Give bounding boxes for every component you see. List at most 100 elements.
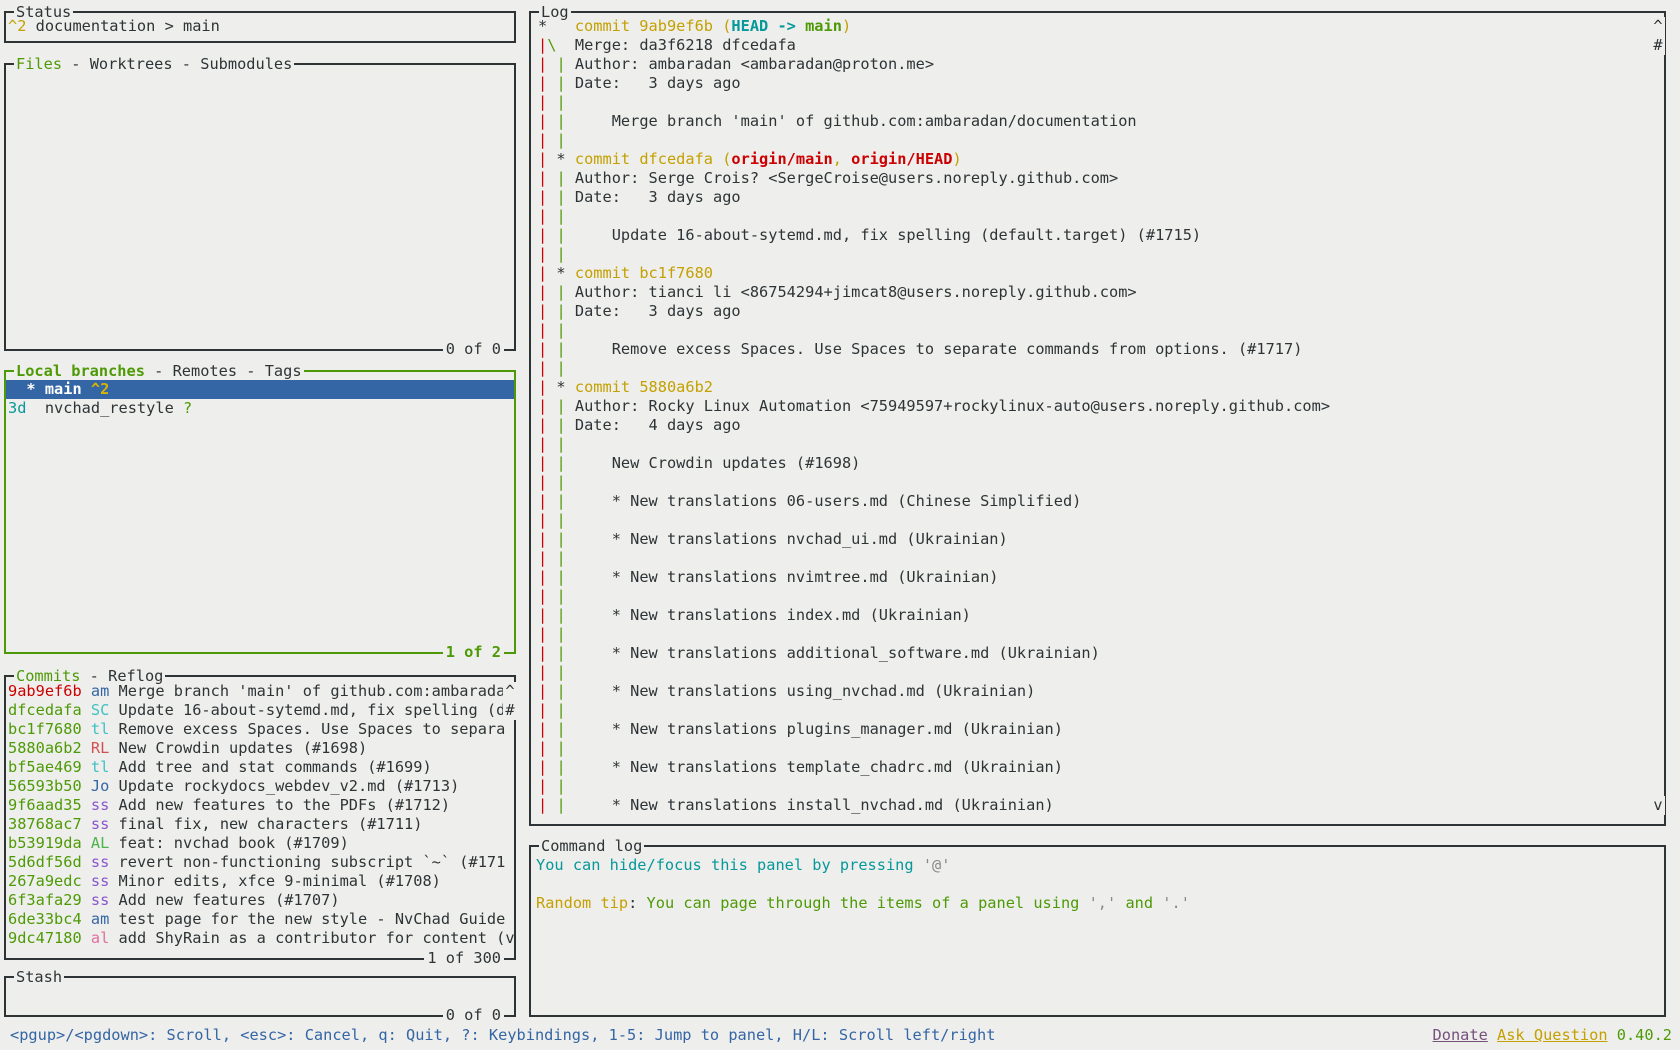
text-segment: | <box>538 74 547 92</box>
text-segment: | <box>556 435 565 453</box>
log-scroll-down-icon[interactable]: v <box>1651 796 1665 815</box>
commit-row[interactable]: bf5ae469 tl Add tree and stat commands (… <box>6 758 514 777</box>
files-panel-body[interactable] <box>6 65 514 349</box>
text-segment: | <box>556 169 565 187</box>
text-segment: Minor edits, xfce 9-minimal (#1708) <box>109 872 441 890</box>
text-segment: am <box>91 682 109 700</box>
log-panel-body[interactable]: * commit 9ab9ef6b (HEAD -> main)|\ Merge… <box>531 13 1664 824</box>
commit-row[interactable]: b53919da AL feat: nvchad book (#1709) <box>6 834 514 853</box>
text-segment: bc1f7680 <box>8 720 82 738</box>
text-segment: commit 5880a6b2 <box>575 378 713 396</box>
branches-panel-body[interactable]: * main ^23d nvchad_restyle ? <box>6 372 514 652</box>
log-panel[interactable]: Log * commit 9ab9ef6b (HEAD -> main)|\ M… <box>529 11 1666 826</box>
log-scroll-up-icon[interactable]: ^ <box>1651 17 1665 36</box>
text-segment: 5880a6b2 <box>8 739 82 757</box>
counter-line: 1 of 300 <box>427 949 501 968</box>
commits-panel[interactable]: Commits - Reflog 9ab9ef6b am Merge branc… <box>4 675 516 960</box>
text-segment: | <box>556 283 565 301</box>
text-segment: * <box>547 264 575 282</box>
branch-row[interactable]: 3d nvchad_restyle ? <box>6 399 514 418</box>
commit-row[interactable]: 9ab9ef6b am Merge branch 'main' of githu… <box>6 682 514 701</box>
text-segment: AL <box>91 834 109 852</box>
text-segment: Add new features (#1707) <box>109 891 339 909</box>
text-segment: tl <box>91 758 109 776</box>
text-segment: nvchad_restyle <box>26 399 183 417</box>
text-segment: commit 9ab9ef6b ( <box>575 17 732 35</box>
text-segment: 9ab9ef6b <box>8 682 82 700</box>
text-segment: main <box>805 17 842 35</box>
text-segment: '@' <box>923 856 951 874</box>
counter-line: 0 of 0 <box>446 340 501 359</box>
text-segment: | <box>538 283 547 301</box>
text-segment: al <box>91 929 109 947</box>
text-segment: | <box>556 93 565 111</box>
stash-counter: 0 of 0 <box>443 1006 504 1025</box>
log-line: * commit 9ab9ef6b (HEAD -> main) <box>531 17 1664 36</box>
text-segment: | <box>538 112 547 130</box>
text-segment: | <box>556 302 565 320</box>
branches-panel[interactable]: Local branches - Remotes - Tags * main ^… <box>4 370 516 654</box>
text-segment: : <box>628 894 646 912</box>
text-segment: | <box>538 245 547 263</box>
text-segment: New Crowdin updates (#1698) <box>109 739 367 757</box>
commit-row[interactable]: 267a9edc ss Minor edits, xfce 9-minimal … <box>6 872 514 891</box>
log-scroll-thumb-icon[interactable]: # <box>1651 36 1665 55</box>
commit-row[interactable]: bc1f7680 tl Remove excess Spaces. Use Sp… <box>6 720 514 739</box>
commit-row[interactable]: 38768ac7 ss final fix, new characters (#… <box>6 815 514 834</box>
commits-scroll-up-icon[interactable]: ^ <box>503 682 517 701</box>
ask-question-link[interactable]: Ask Question <box>1497 1026 1608 1044</box>
log-line: | | Remove excess Spaces. Use Spaces to … <box>531 340 1664 359</box>
text-segment: | <box>538 454 547 472</box>
text-segment: * New translations nvimtree.md (Ukrainia… <box>566 568 999 586</box>
files-panel[interactable]: Files - Worktrees - Submodules 0 of 0 <box>4 63 516 351</box>
commit-row[interactable]: 9dc47180 al add ShyRain as a contributor… <box>6 929 514 948</box>
text-segment: origin/HEAD <box>851 150 952 168</box>
command-log-panel[interactable]: Command log You can hide/focus this pane… <box>529 845 1666 1017</box>
status-panel-body[interactable]: ^2 documentation > main <box>6 13 514 41</box>
text-segment: | <box>556 663 565 681</box>
text-segment: | <box>538 55 547 73</box>
text-segment: | <box>556 55 565 73</box>
text-segment: | <box>538 150 547 168</box>
text-segment: HEAD -> <box>731 17 805 35</box>
commit-row[interactable]: 9f6aad35 ss Add new features to the PDFs… <box>6 796 514 815</box>
commit-row[interactable]: dfcedafa SC Update 16-about-sytemd.md, f… <box>6 701 514 720</box>
commit-row[interactable]: 56593b50 Jo Update rockydocs_webdev_v2.m… <box>6 777 514 796</box>
text-segment: | <box>538 416 547 434</box>
log-line: | | <box>531 549 1664 568</box>
text-segment: Author: Serge Crois? <SergeCroise@users.… <box>566 169 1119 187</box>
status-panel[interactable]: Status ^2 documentation > main <box>4 11 516 43</box>
text-segment: | <box>538 321 547 339</box>
text-segment: | <box>556 226 565 244</box>
text-segment: | <box>538 777 547 795</box>
commit-row[interactable]: 6f3afa29 ss Add new features (#1707) <box>6 891 514 910</box>
text-segment <box>82 758 91 776</box>
text-segment: | <box>556 207 565 225</box>
branches-counter: 1 of 2 <box>443 643 504 662</box>
text-segment: | <box>556 587 565 605</box>
lazygit-screen: { "colors": { "background": "#eeeeec", "… <box>0 0 1680 1050</box>
text-segment: 0 of 0 <box>446 340 501 358</box>
text-segment: 6de33bc4 <box>8 910 82 928</box>
donate-link[interactable]: Donate <box>1433 1026 1488 1044</box>
text-segment <box>82 815 91 833</box>
status-line: ^2 documentation > main <box>6 17 514 36</box>
text-segment: * New translations template_chadrc.md (U… <box>566 758 1063 776</box>
text-segment: | <box>538 511 547 529</box>
commit-row[interactable]: 5d6df56d ss revert non-functioning subsc… <box>6 853 514 872</box>
commit-row[interactable]: 5880a6b2 RL New Crowdin updates (#1698) <box>6 739 514 758</box>
command-log-panel-body[interactable]: You can hide/focus this panel by pressin… <box>531 847 1664 1015</box>
commits-panel-body[interactable]: 9ab9ef6b am Merge branch 'main' of githu… <box>6 677 514 958</box>
branch-row[interactable]: * main ^2 <box>6 380 514 399</box>
commit-row[interactable]: 6de33bc4 am test page for the new style … <box>6 910 514 929</box>
text-segment: Merge branch 'main' of github.com:ambara… <box>109 682 505 700</box>
stash-panel[interactable]: Stash 0 of 0 <box>4 976 516 1017</box>
stash-panel-body[interactable] <box>6 978 514 1015</box>
log-line: | | * New translations nvimtree.md (Ukra… <box>531 568 1664 587</box>
text-segment: | <box>538 701 547 719</box>
text-segment: Update 16-about-sytemd.md, fix spelling … <box>109 701 505 719</box>
log-line: | | * New translations using_nvchad.md (… <box>531 682 1664 701</box>
log-line: | | Merge branch 'main' of github.com:am… <box>531 112 1664 131</box>
commits-scroll-thumb-icon[interactable]: # <box>503 701 517 720</box>
bottom-bar: <pgup>/<pgdown>: Scroll, <esc>: Cancel, … <box>0 1026 1680 1045</box>
